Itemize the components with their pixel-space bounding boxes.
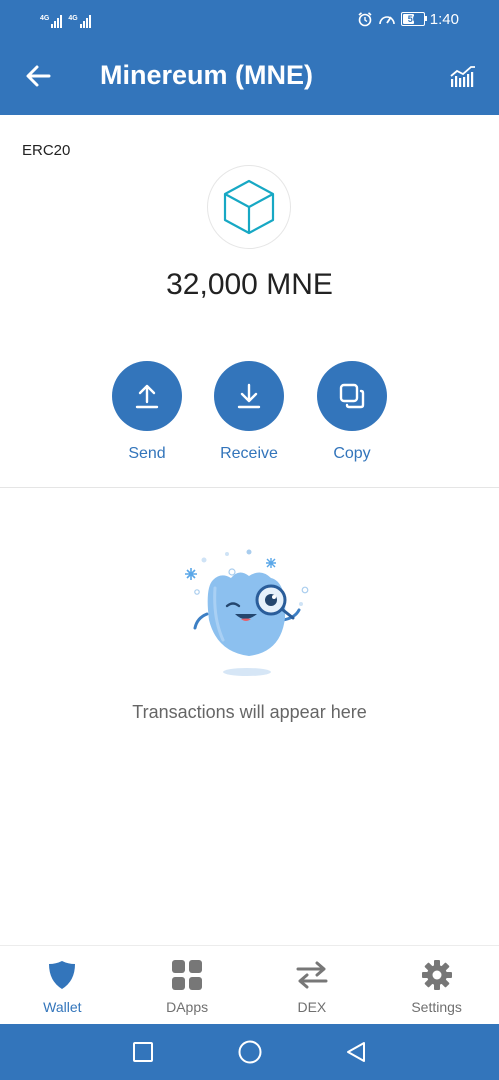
nav-label-dapps: DApps (166, 999, 209, 1015)
network-type-label: 4G (40, 15, 50, 22)
upload-icon (135, 384, 159, 409)
home-button[interactable] (236, 1038, 264, 1066)
download-icon (237, 383, 261, 409)
copy-button-circle[interactable] (317, 361, 387, 431)
chart-bars-icon (450, 66, 475, 87)
section-divider (0, 487, 499, 488)
app-bar: Minereum (MNE) (0, 38, 499, 115)
receive-label: Receive (220, 445, 278, 462)
nav-item-settings[interactable]: Settings (374, 946, 499, 1025)
square-icon (133, 1042, 153, 1062)
token-logo (207, 165, 291, 249)
signal-icon: 4G (40, 15, 63, 28)
network-type-label: 4G (68, 15, 78, 22)
copy-icon (339, 383, 365, 409)
signal-indicators: 4G 4G (40, 10, 91, 28)
triangle-back-icon (347, 1042, 365, 1062)
back-nav-button[interactable] (342, 1038, 370, 1066)
nav-label-wallet: Wallet (43, 999, 82, 1015)
nav-item-wallet[interactable]: Wallet (0, 946, 125, 1025)
price-chart-button[interactable] (445, 58, 481, 94)
token-balance: 32,000 MNE (166, 268, 333, 301)
bottom-nav: Wallet DApps DEX Settings (0, 945, 499, 1025)
monocle-mascot-illustration (185, 549, 309, 676)
recents-button[interactable] (129, 1038, 157, 1066)
nav-label-settings: Settings (411, 999, 462, 1015)
circle-icon (238, 1040, 262, 1064)
receive-button[interactable]: Receive (194, 361, 304, 463)
alarm-icon (358, 12, 372, 27)
receive-button-circle[interactable] (214, 361, 284, 431)
signal-icon: 4G (68, 15, 91, 28)
send-label: Send (128, 445, 166, 462)
nav-label-dex: DEX (297, 999, 327, 1015)
nav-item-dex[interactable]: DEX (250, 946, 375, 1025)
grid-icon (172, 960, 203, 990)
swap-arrows-icon (296, 961, 328, 989)
empty-transactions-message: Transactions will appear here (132, 702, 367, 722)
speed-icon (378, 16, 395, 25)
back-button[interactable] (20, 58, 56, 94)
system-nav-bar (0, 1024, 499, 1080)
wallet-token-screen: 4G 4G 50 1:40 Minereum (MNE) ERC20 32,00… (0, 0, 499, 1080)
send-button-circle[interactable] (112, 361, 182, 431)
token-standard: ERC20 (22, 142, 71, 159)
page-title: Minereum (MNE) (100, 60, 314, 90)
send-button[interactable]: Send (92, 361, 202, 463)
shield-icon (49, 961, 76, 989)
nav-item-dapps[interactable]: DApps (125, 946, 250, 1025)
status-bar: 4G 4G 50 1:40 (0, 0, 499, 38)
status-right: 50 1:40 (357, 9, 459, 29)
copy-button[interactable]: Copy (297, 361, 407, 463)
gear-icon (421, 960, 452, 990)
cube-icon (223, 179, 275, 235)
battery-icon: 50 (400, 12, 427, 26)
copy-label: Copy (333, 445, 371, 462)
status-time: 1:40 (429, 10, 459, 28)
arrow-left-icon (26, 65, 51, 87)
battery-level: 50 (407, 14, 418, 24)
